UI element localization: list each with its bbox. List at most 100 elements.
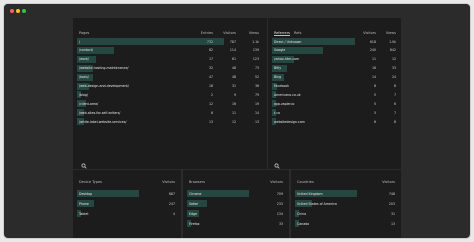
- pages-row-visitors: 787: [229, 39, 236, 44]
- title-bar: [4, 4, 470, 18]
- device-types-title: Device Types: [79, 180, 102, 184]
- referrers-row-visitors: 5: [373, 101, 376, 106]
- pages-row-label: /white-label-website-services/: [79, 119, 127, 124]
- referrers-row-label: Facebook: [274, 84, 289, 89]
- tab-refs[interactable]: Refs: [294, 31, 301, 35]
- pages-views-header: Views: [248, 31, 259, 35]
- browsers-row-value: 709: [276, 191, 283, 196]
- pages-row-entries: 82: [208, 48, 213, 53]
- zoom-window-dot[interactable]: [22, 9, 26, 13]
- referrers-row[interactable]: Bitly 16 33: [268, 64, 401, 72]
- countries-row[interactable]: United Kingdom 748: [291, 190, 401, 197]
- browsers-row-label: Edge: [189, 211, 198, 216]
- referrers-row-views: 842: [389, 48, 396, 53]
- referrers-row[interactable]: websitedesign.com 6 8: [268, 118, 401, 126]
- referrers-row-visitors: 5: [373, 92, 376, 97]
- referrers-row-visitors: 6: [373, 119, 376, 124]
- pages-row-visitors: 11: [231, 110, 236, 115]
- search-icon[interactable]: [274, 154, 280, 169]
- countries-row-value: 13: [390, 221, 395, 226]
- pages-row[interactable]: /website-hosting-maintenance/32 48 73: [73, 64, 267, 72]
- browsers-title: Browsers: [189, 180, 206, 184]
- search-icon[interactable]: [81, 154, 87, 169]
- pages-row[interactable]: /blog/2 9 79: [73, 91, 267, 99]
- pages-row-views: 79: [254, 92, 259, 97]
- devices-row-label: Desktop: [79, 191, 93, 196]
- referrers-row[interactable]: app.zapier.io 5 6: [268, 100, 401, 108]
- close-window-dot[interactable]: [10, 9, 14, 13]
- tab-referrers[interactable]: Referrers: [274, 31, 290, 36]
- referrers-row-visitors: 16: [371, 66, 376, 71]
- pages-row-views: 123: [252, 57, 259, 62]
- referrers-row-visitors: 11: [371, 57, 376, 62]
- pages-row-label: /web-design-and-development/: [79, 84, 129, 89]
- pages-title: Pages: [79, 31, 90, 35]
- pages-row[interactable]: /client-area/12 16 19: [73, 100, 267, 108]
- referrers-row-visitors: 5: [373, 110, 376, 115]
- pages-row-visitors: 9: [233, 92, 236, 97]
- browsers-row[interactable]: Edge 134: [183, 210, 289, 217]
- minimize-window-dot[interactable]: [16, 9, 20, 13]
- referrers-row[interactable]: Bing 14 24: [268, 73, 401, 81]
- browsers-row-label: Safari: [189, 201, 199, 206]
- countries-visitors-header: Visitors: [382, 180, 395, 184]
- referrers-row-visitors: 8: [373, 84, 376, 89]
- pages-row-label: /blog/: [79, 92, 89, 97]
- referrers-row-label: app.zapier.io: [274, 101, 295, 106]
- pages-row[interactable]: /contact/82 114 139: [73, 46, 267, 54]
- pages-row[interactable]: /web-sites-for-self-writers/6 11 14: [73, 109, 267, 117]
- referrers-row[interactable]: Google 240 842: [268, 46, 401, 54]
- countries-row[interactable]: Canada 13: [291, 220, 401, 227]
- browsers-row-label: Chrome: [189, 191, 202, 196]
- referrers-row[interactable]: Direct / Unknown 618 1.0k: [268, 38, 401, 45]
- pages-row[interactable]: /tools/47 48 52: [73, 73, 267, 81]
- pages-row-label: /client-area/: [79, 101, 99, 106]
- countries-row[interactable]: United States of America 203: [291, 200, 401, 207]
- referrers-row[interactable]: Americano.co.uk 5 7: [268, 91, 401, 99]
- pages-row[interactable]: / 732 787 1.1k: [73, 38, 267, 45]
- referrers-row-views: 8: [393, 119, 396, 124]
- referrers-row-views: 12: [391, 57, 396, 62]
- browsers-row[interactable]: Chrome 709: [183, 190, 289, 197]
- countries-panel: Countries Visitors United Kingdom 748 Unit…: [291, 170, 401, 238]
- pages-row-entries: 6: [210, 110, 213, 115]
- referrers-row-label: Bing: [274, 75, 282, 80]
- referrers-row-visitors: 240: [369, 48, 376, 53]
- referrers-row-views: 7: [393, 92, 396, 97]
- referrers-row-views: 6: [393, 101, 396, 106]
- pages-row-visitors: 114: [229, 48, 236, 53]
- devices-row[interactable]: Desktop 887: [73, 190, 181, 197]
- referrers-row-visitors: 618: [369, 39, 376, 44]
- referrers-row[interactable]: Facebook 8 8: [268, 82, 401, 90]
- browsers-row[interactable]: Firefox 33: [183, 220, 289, 227]
- referrers-row-views: 8: [393, 84, 396, 89]
- referrers-row-label: Google: [274, 48, 286, 53]
- referrers-row-label: t.co: [274, 110, 280, 115]
- referrers-row-views: 1.0k: [389, 39, 396, 44]
- referrers-row[interactable]: t.co 5 7: [268, 109, 401, 117]
- pages-row[interactable]: /web-design-and-development/18 31 36: [73, 82, 267, 90]
- browsers-row-label: Firefox: [189, 221, 200, 226]
- devices-row-label: Tablet: [79, 211, 89, 216]
- pages-row-visitors: 31: [231, 84, 236, 89]
- pages-row-entries: 32: [208, 66, 213, 71]
- pages-row-visitors: 48: [231, 75, 236, 80]
- devices-row[interactable]: Phone 247: [73, 200, 181, 207]
- referrers-visitors-header: Visitors: [363, 31, 376, 35]
- pages-row-visitors: 48: [231, 66, 236, 71]
- pages-row-entries: 18: [208, 84, 213, 89]
- countries-row[interactable]: China 31: [291, 210, 401, 217]
- pages-row-label: /contact/: [79, 48, 94, 53]
- pages-row-entries: 732: [206, 39, 213, 44]
- pages-row[interactable]: /white-label-website-services/13 12 13: [73, 118, 267, 126]
- devices-row[interactable]: Tablet 4: [73, 210, 181, 217]
- pages-row-views: 73: [254, 66, 259, 71]
- referrers-row[interactable]: yahoo-htm.com 11 12: [268, 55, 401, 63]
- devices-row-label: Phone: [79, 201, 89, 206]
- browsers-row-value: 134: [276, 211, 283, 216]
- browsers-visitors-header: Visitors: [270, 180, 283, 184]
- pages-row[interactable]: /work/17 61 123: [73, 55, 267, 63]
- referrers-row-label: Direct / Unknown: [274, 39, 302, 44]
- pages-row-visitors: 16: [231, 101, 236, 106]
- browsers-row[interactable]: Safari 233: [183, 200, 289, 207]
